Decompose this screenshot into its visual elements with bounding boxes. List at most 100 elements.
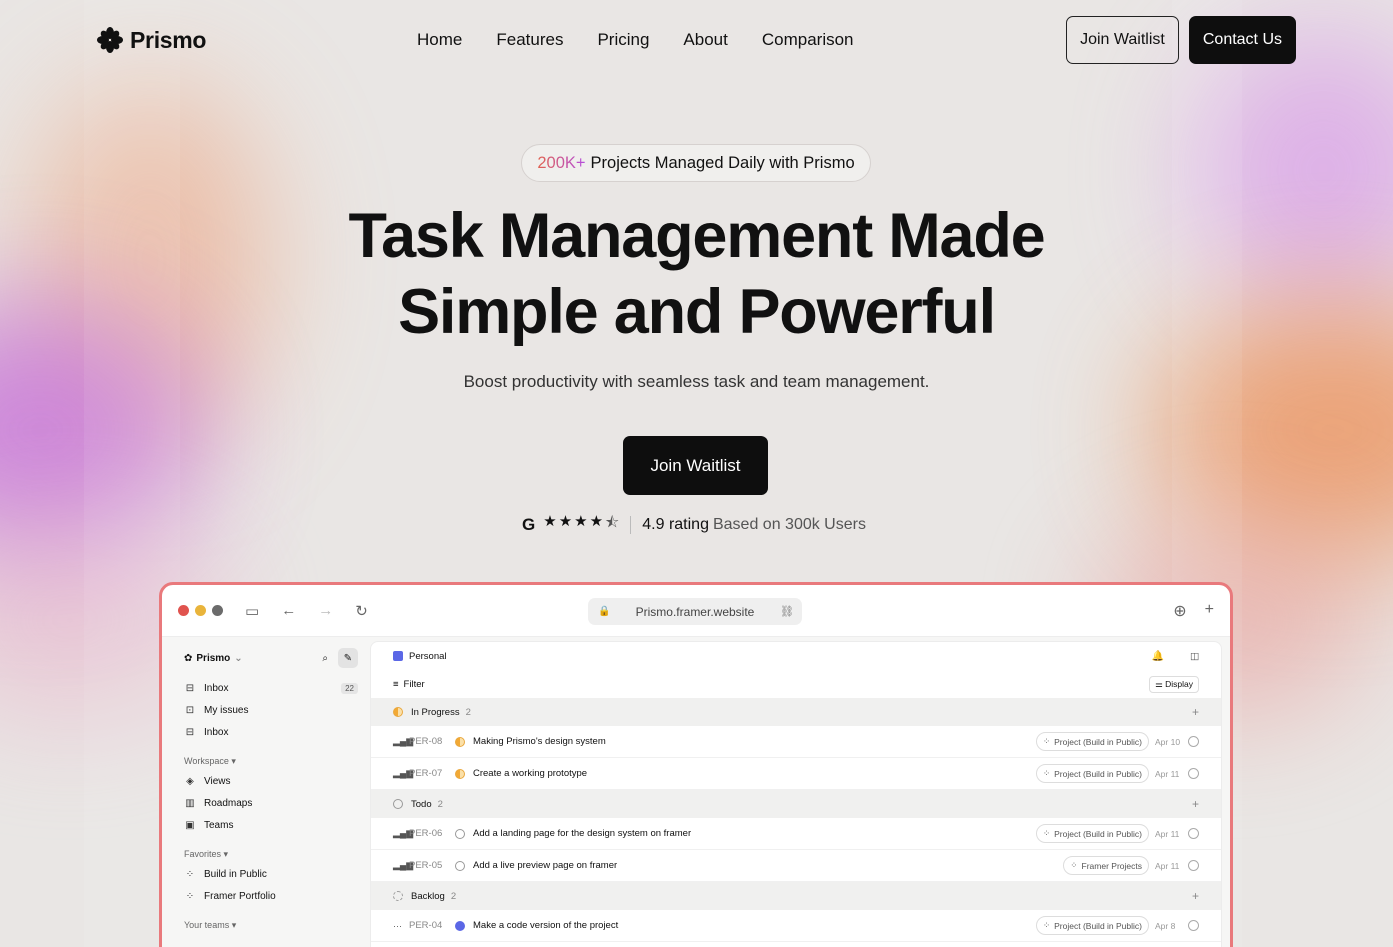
add-issue-icon[interactable]: + xyxy=(1192,705,1199,719)
rating-row: G ★ ★ ★ ★ ⯪ 4.9 rating Based on 300k Use… xyxy=(522,512,866,537)
project-icon xyxy=(393,651,403,661)
sidebar-item-my-issues[interactable]: ⊡ My issues xyxy=(184,699,358,721)
bell-icon[interactable]: 🔔 xyxy=(1152,651,1164,662)
project-tag[interactable]: ⁘ Project (Build in Public) xyxy=(1036,764,1149,783)
join-waitlist-cta-button[interactable]: Join Waitlist xyxy=(623,436,768,495)
project-tag[interactable]: ⁘ Project (Build in Public) xyxy=(1036,916,1149,935)
team-icon: ▣ xyxy=(185,819,195,831)
filter-bar: ≡ Filter ⚌ Display xyxy=(371,670,1221,698)
sidebar-item-teams[interactable]: ▣ Teams xyxy=(184,814,358,836)
contact-us-button[interactable]: Contact Us xyxy=(1188,16,1296,64)
status-icon[interactable] xyxy=(455,768,465,779)
sidebar-item-framer-portfolio[interactable]: ⁘ Framer Portfolio xyxy=(184,885,358,907)
issue-title: Create a working prototype xyxy=(473,768,588,779)
hero-title-line2: Simple and Powerful xyxy=(398,277,996,347)
sidebar-item-inbox-2[interactable]: ⊟ Inbox xyxy=(184,721,358,743)
group-count: 2 xyxy=(437,798,443,810)
nav-pricing[interactable]: Pricing xyxy=(597,30,649,50)
issue-date: Apr 11 xyxy=(1155,860,1180,871)
close-dot[interactable] xyxy=(178,605,189,616)
issue-row[interactable]: ▂▄▆ PER-05 Add a live preview page on fram… xyxy=(371,850,1221,882)
star-icon: ★ xyxy=(543,513,557,530)
project-tag[interactable]: ⁘ Project (Build in Public) xyxy=(1036,824,1149,843)
nav-comparison[interactable]: Comparison xyxy=(762,30,854,50)
group-name: In Progress xyxy=(411,706,460,718)
assignee-avatar-icon[interactable] xyxy=(1188,920,1199,931)
priority-icon[interactable]: ▂▄▆ xyxy=(393,860,413,871)
nav-home[interactable]: Home xyxy=(417,30,462,50)
priority-icon[interactable]: ▂▄▆ xyxy=(393,768,413,779)
priority-icon[interactable]: ▂▄▆ xyxy=(393,736,413,747)
issue-group-header[interactable]: Backlog 2 + xyxy=(371,882,1221,910)
status-icon[interactable] xyxy=(455,736,465,747)
issue-group-header[interactable]: Todo 2 + xyxy=(371,790,1221,818)
sidebar-item-label: Build in Public xyxy=(204,868,267,880)
nav-features[interactable]: Features xyxy=(496,30,563,50)
sidebar-item-label: My issues xyxy=(204,704,249,716)
badge-highlight: 200K+ xyxy=(537,153,586,172)
layout-icon[interactable]: ◫ xyxy=(1190,651,1199,662)
grid-icon: ⁘ xyxy=(1043,828,1051,838)
filter-button[interactable]: Filter xyxy=(404,679,425,690)
issue-group-header[interactable]: In Progress 2 + xyxy=(371,698,1221,726)
search-icon[interactable]: ⌕ xyxy=(322,653,328,664)
brand-logo[interactable]: Prismo xyxy=(96,26,206,54)
workspace-section-header[interactable]: Workspace ▾ xyxy=(184,752,358,770)
status-icon[interactable] xyxy=(455,828,465,839)
sidebar-item-roadmaps[interactable]: ▥ Roadmaps xyxy=(184,792,358,814)
assignee-avatar-icon[interactable] xyxy=(1188,860,1199,871)
download-icon[interactable]: ⊕ xyxy=(1173,601,1186,621)
grid-icon: ⁘ xyxy=(1043,768,1051,778)
section-label: Workspace xyxy=(184,756,229,766)
issue-row[interactable]: ▂▄▆ PER-07 Create a working prototype ⁘ Proj… xyxy=(371,758,1221,790)
panel-header: Personal 🔔 ◫ xyxy=(371,642,1221,670)
sidebar-item-inbox[interactable]: ⊟ Inbox 22 xyxy=(184,677,358,699)
status-icon xyxy=(393,707,403,717)
issue-row[interactable]: ▂▄▆ PER-06 Add a landing page for the desi… xyxy=(371,818,1221,850)
address-bar[interactable]: 🔒 Prismo.framer.website ⛓ xyxy=(588,598,802,625)
compose-icon[interactable]: ✎ xyxy=(338,648,358,668)
add-issue-icon[interactable]: + xyxy=(1192,797,1199,811)
issue-row[interactable]: ▂▄▆ PER-08 Making Prismo's design system ⁘ P… xyxy=(371,726,1221,758)
nav-about[interactable]: About xyxy=(683,30,727,50)
sidebar-item-label: Roadmaps xyxy=(204,797,253,809)
star-rating: ★ ★ ★ ★ ⯪ xyxy=(543,512,619,537)
assignee-avatar-icon[interactable] xyxy=(1188,828,1199,839)
nav-links: Home Features Pricing About Comparison xyxy=(417,30,854,50)
forward-arrow-icon[interactable]: → xyxy=(318,602,333,619)
favorites-section-header[interactable]: Favorites ▾ xyxy=(184,845,358,863)
status-icon[interactable] xyxy=(455,920,465,931)
teams-section-header[interactable]: Your teams ▾ xyxy=(184,916,358,934)
back-arrow-icon[interactable]: ← xyxy=(281,602,296,619)
status-icon xyxy=(393,799,403,809)
sidebar-item-views[interactable]: ◈ Views xyxy=(184,770,358,792)
grid-icon: ⁘ xyxy=(1043,920,1051,930)
issue-title: Making Prismo's design system xyxy=(473,736,606,747)
status-icon[interactable] xyxy=(455,860,465,871)
issue-id: PER-06 xyxy=(409,828,443,839)
link-icon[interactable]: ⛓ xyxy=(780,605,794,618)
assignee-avatar-icon[interactable] xyxy=(1188,736,1199,747)
join-waitlist-nav-button[interactable]: Join Waitlist xyxy=(1066,16,1179,64)
display-button[interactable]: ⚌ Display xyxy=(1149,675,1199,693)
sidebar-toggle-icon[interactable]: ▭ xyxy=(245,602,259,620)
priority-icon[interactable]: ▂▄▆ xyxy=(393,828,413,839)
new-tab-icon[interactable]: + xyxy=(1205,601,1214,621)
add-issue-icon[interactable]: + xyxy=(1192,889,1199,903)
project-tag[interactable]: ⁘ Project (Build in Public) xyxy=(1036,732,1149,751)
sidebar-item-build-in-public[interactable]: ⁘ Build in Public xyxy=(184,863,358,885)
maximize-dot[interactable] xyxy=(212,605,223,616)
issue-row[interactable]: ··· PER-04 Make a code version of the proj… xyxy=(371,910,1221,942)
filter-icon[interactable]: ≡ xyxy=(393,679,399,690)
project-tag-label: Project (Build in Public) xyxy=(1054,920,1142,931)
layers-icon: ◈ xyxy=(186,775,194,787)
workspace-switcher[interactable]: ✿ Prismo ⌄ xyxy=(184,653,243,664)
project-tag[interactable]: ⁘ Framer Projects xyxy=(1063,856,1149,875)
section-label: Your teams xyxy=(184,920,230,930)
assignee-avatar-icon[interactable] xyxy=(1188,768,1199,779)
display-label: Display xyxy=(1165,678,1193,689)
minimize-dot[interactable] xyxy=(195,605,206,616)
priority-icon[interactable]: ··· xyxy=(393,921,409,931)
app-body: ✿ Prismo ⌄ ⌕ ✎ ⊟ Inbox 22 ⊡ My issues ⊟ … xyxy=(162,637,1230,947)
reload-icon[interactable]: ↻ xyxy=(355,602,368,620)
